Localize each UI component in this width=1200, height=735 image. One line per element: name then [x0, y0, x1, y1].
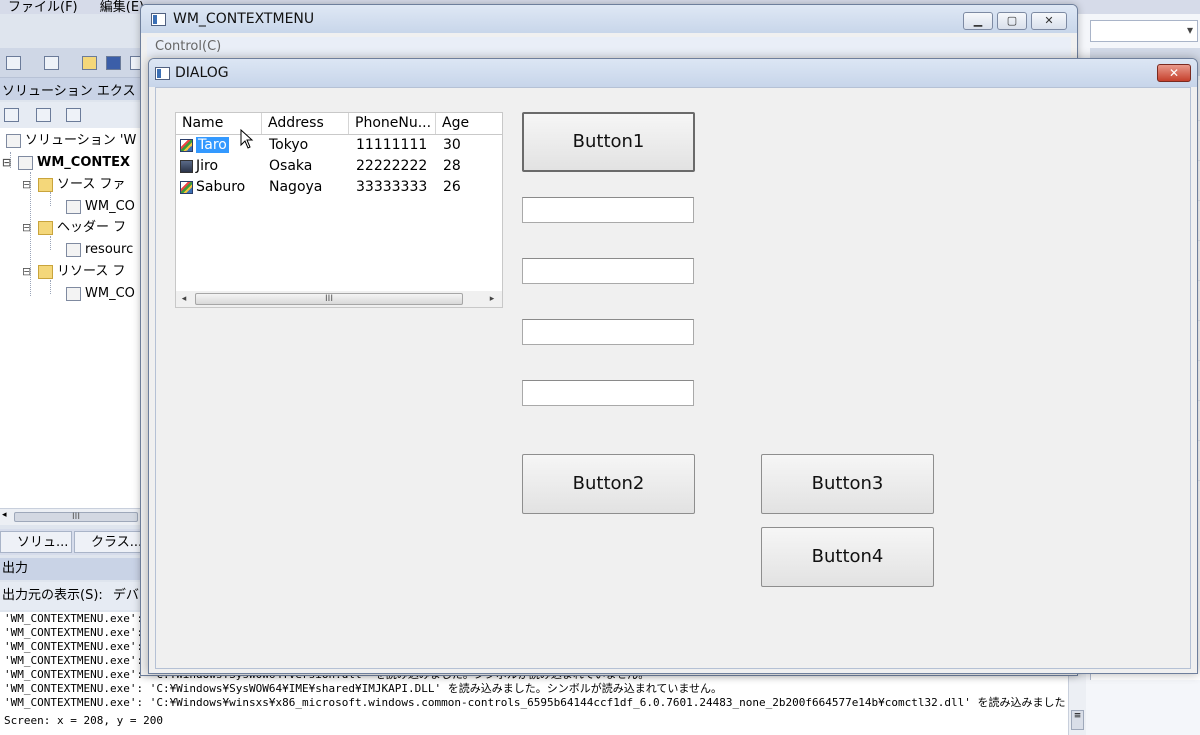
dialog-titlebar[interactable]: DIALOG ✕	[149, 59, 1197, 87]
folder-icon	[38, 221, 53, 235]
output-title: 出力	[0, 558, 150, 580]
column-header-phone[interactable]: PhoneNu...	[349, 113, 436, 134]
pencil-icon	[180, 139, 193, 152]
collapse-icon[interactable]: ⊟	[22, 175, 34, 195]
collapse-icon[interactable]: ⊟	[2, 153, 14, 173]
menu-edit[interactable]: 編集(E)	[100, 1, 144, 14]
refresh-icon[interactable]	[66, 108, 81, 122]
properties-icon[interactable]	[4, 108, 19, 122]
output-source-select[interactable]: デバ	[113, 588, 139, 603]
solution-explorer-title: ソリューション エクスプ	[0, 78, 150, 118]
resource-file-icon	[66, 287, 81, 301]
scroll-thumb[interactable]: III	[195, 293, 463, 305]
tree-item-project[interactable]: ⊟ WM_CONTEX	[2, 153, 130, 173]
button1[interactable]: Button1	[522, 112, 695, 172]
main-window-titlebar[interactable]: WM_CONTEXTMENU ▁ ▢ ✕	[141, 5, 1077, 33]
output-source-bar: 出力元の表示(S): デバ	[0, 582, 150, 610]
collapse-icon[interactable]: ⊟	[22, 218, 34, 238]
table-row[interactable]: Saburo Nagoya 33333333 26	[176, 177, 502, 198]
button4[interactable]: Button4	[761, 527, 934, 587]
screen-coordinate-readout: Screen: x = 208, y = 200	[4, 714, 163, 727]
solution-explorer-toolbar	[0, 102, 150, 128]
app-window-icon[interactable]	[151, 13, 166, 26]
tab-class-view[interactable]: クラス...	[74, 531, 148, 553]
cpp-file-icon	[66, 200, 81, 214]
dialog-window: DIALOG ✕ Name Address PhoneNu... Age Tar…	[148, 58, 1198, 674]
row-phone: 11111111	[356, 137, 428, 153]
solution-icon	[6, 134, 21, 148]
monitor-icon	[180, 160, 193, 173]
list-view[interactable]: Name Address PhoneNu... Age Taro Tokyo 1…	[175, 112, 503, 308]
ide-toolbar	[0, 48, 150, 78]
row-name: Taro	[196, 137, 229, 153]
row-name: Saburo	[196, 179, 246, 195]
solution-hscrollbar[interactable]: ◂ III	[0, 508, 150, 525]
tree-item-header-files[interactable]: ⊟ ヘッダー フ	[22, 218, 126, 238]
output-line: 'WM_CONTEXTMENU.exe': 'C:¥Windows¥SysWOW…	[4, 682, 723, 695]
minimize-button[interactable]: ▁	[963, 12, 993, 30]
collapse-icon[interactable]: ⊟	[22, 262, 34, 282]
row-address: Tokyo	[269, 137, 309, 153]
edit-field-1[interactable]	[522, 197, 694, 223]
scroll-thumb[interactable]: III	[14, 512, 138, 522]
header-file-icon	[66, 243, 81, 257]
show-all-files-icon[interactable]	[36, 108, 51, 122]
row-address: Nagoya	[269, 179, 323, 195]
open-folder-icon[interactable]	[82, 56, 97, 70]
row-name: Jiro	[196, 158, 219, 174]
scroll-left-icon[interactable]: ◂	[176, 291, 192, 307]
row-age: 28	[443, 158, 461, 174]
list-header: Name Address PhoneNu... Age	[176, 113, 502, 135]
edit-field-3[interactable]	[522, 319, 694, 345]
menu-control[interactable]: Control(C)	[155, 39, 221, 54]
dialog-title: DIALOG	[175, 65, 229, 81]
ide-right-dropdown[interactable]	[1090, 20, 1198, 42]
tree-item-solution[interactable]: ソリューション 'W	[6, 131, 136, 151]
scroll-right-icon[interactable]: ▸	[484, 291, 500, 307]
tree-item-source-files[interactable]: ⊟ ソース ファ	[22, 175, 125, 195]
button3[interactable]: Button3	[761, 454, 934, 514]
list-hscrollbar[interactable]: ◂ III ▸	[176, 291, 502, 307]
toolbar-view-icon[interactable]	[6, 56, 21, 70]
button2[interactable]: Button2	[522, 454, 695, 514]
menu-file[interactable]: ファイル(F)	[8, 1, 78, 14]
main-window-title: WM_CONTEXTMENU	[173, 11, 315, 27]
maximize-button[interactable]: ▢	[997, 12, 1027, 30]
pencil-icon	[180, 181, 193, 194]
dialog-window-icon[interactable]	[155, 67, 170, 80]
output-line: 'WM_CONTEXTMENU.exe': 'C:¥Windows¥winsxs…	[4, 696, 1066, 709]
main-menubar: Control(C)	[147, 37, 1071, 57]
scroll-thumb[interactable]: ≡	[1071, 710, 1084, 730]
project-icon	[18, 156, 33, 170]
output-source-label: 出力元の表示(S):	[2, 588, 103, 603]
table-row[interactable]: Taro Tokyo 11111111 30	[176, 135, 502, 156]
tree-item-cpp-file[interactable]: WM_CO	[66, 197, 135, 217]
table-row[interactable]: Jiro Osaka 22222222 28	[176, 156, 502, 177]
tree-item-resource-files[interactable]: ⊟ リソース フ	[22, 262, 125, 282]
row-age: 26	[443, 179, 461, 195]
column-header-address[interactable]: Address	[262, 113, 349, 134]
solution-tree: ソリューション 'W ⊟ WM_CONTEX ⊟ ソース ファ WM_CO ⊟ …	[0, 128, 150, 508]
close-button[interactable]: ✕	[1031, 12, 1067, 30]
edit-field-2[interactable]	[522, 258, 694, 284]
tab-solution-explorer[interactable]: ソリュ...	[0, 531, 72, 553]
save-icon[interactable]	[106, 56, 121, 70]
row-phone: 22222222	[356, 158, 428, 174]
tree-item-header-file[interactable]: resourc	[66, 240, 133, 260]
row-age: 30	[443, 137, 461, 153]
dialog-close-button[interactable]: ✕	[1157, 64, 1191, 82]
scroll-left-icon[interactable]: ◂	[2, 510, 7, 520]
mouse-cursor-icon	[240, 129, 254, 149]
dialog-client-area: Name Address PhoneNu... Age Taro Tokyo 1…	[155, 87, 1191, 669]
toolbar-add-item-icon[interactable]	[44, 56, 59, 70]
solution-tabs: ソリュ... クラス...	[0, 529, 150, 555]
edit-field-4[interactable]	[522, 380, 694, 406]
column-header-age[interactable]: Age	[436, 113, 502, 134]
row-address: Osaka	[269, 158, 313, 174]
tree-item-resource-file[interactable]: WM_CO	[66, 284, 135, 304]
row-phone: 33333333	[356, 179, 428, 195]
folder-icon	[38, 265, 53, 279]
folder-icon	[38, 178, 53, 192]
